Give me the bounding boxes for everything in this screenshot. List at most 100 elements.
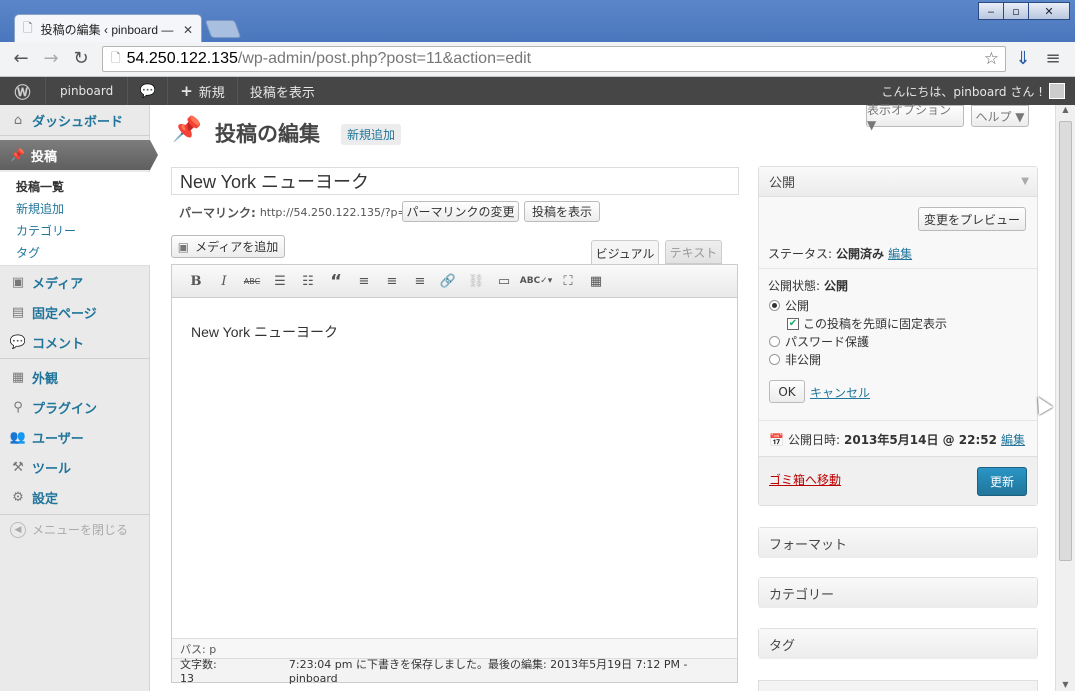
spellcheck-icon[interactable]: ABC✓▾ — [518, 269, 554, 293]
more-tag-icon[interactable]: ▭ — [490, 269, 518, 293]
preview-changes-button[interactable]: 変更をプレビュー — [918, 207, 1026, 231]
fullscreen-icon[interactable]: ⛶ — [554, 269, 582, 293]
forward-icon[interactable]: → — [40, 48, 62, 69]
media-icon: ▣ — [11, 274, 25, 290]
update-button[interactable]: 更新 — [977, 467, 1027, 496]
sticky-option[interactable]: ✔ この投稿を先頭に固定表示 — [787, 315, 947, 332]
sidebar-item-users[interactable]: 👥 ユーザー — [0, 422, 150, 452]
extension-icon[interactable]: ⇓ — [1012, 48, 1034, 69]
submenu-tags[interactable]: タグ — [16, 244, 40, 261]
minimize-button[interactable]: ‒ — [978, 2, 1004, 20]
page-icon: 🗋 — [23, 21, 33, 35]
edit-date-link[interactable]: 編集 — [1001, 431, 1025, 448]
submenu-categories[interactable]: カテゴリー — [16, 222, 76, 239]
sidebar-item-comments[interactable]: 💬 コメント — [0, 327, 150, 357]
home-icon: ⌂ — [13, 112, 23, 128]
toggle-arrow-icon[interactable]: ▼ — [1021, 176, 1029, 187]
view-post-button[interactable]: 投稿を表示 — [524, 201, 600, 222]
radio-public[interactable] — [769, 300, 780, 311]
align-center-icon[interactable]: ≡ — [378, 269, 406, 293]
category-box[interactable]: カテゴリー — [758, 577, 1038, 608]
unlink-icon[interactable]: ⛓ — [462, 269, 490, 293]
post-title-input[interactable]: New York ニューヨーク — [171, 167, 739, 195]
sidebar-item-label: 投稿 — [30, 149, 57, 165]
format-box[interactable]: フォーマット — [758, 527, 1038, 558]
sidebar-item-posts[interactable]: 📌 投稿 — [0, 140, 158, 170]
align-right-icon[interactable]: ≡ — [406, 269, 434, 293]
settings-icon: ⚙ — [12, 489, 24, 505]
sidebar-item-media[interactable]: ▣ メディア — [0, 267, 150, 297]
tags-box[interactable]: タグ — [758, 628, 1038, 659]
editor-content[interactable]: New York ニューヨーク — [191, 322, 338, 342]
sidebar-item-pages[interactable]: ▤ 固定ページ — [0, 297, 150, 327]
submenu-add-new[interactable]: 新規追加 — [16, 200, 64, 217]
permalink-url[interactable]: http://54.250.122.135/?p=11 — [260, 206, 421, 219]
maximize-button[interactable]: ▫ — [1003, 2, 1029, 20]
tab-text[interactable]: テキスト — [665, 240, 722, 264]
radio-password[interactable] — [769, 336, 780, 347]
publish-header[interactable]: 公開 ▼ — [759, 167, 1037, 197]
change-permalink-button[interactable]: パーマリンクの変更 — [402, 201, 519, 222]
new-tab-button[interactable] — [204, 20, 242, 38]
ok-button[interactable]: OK — [769, 380, 805, 403]
tab-visual[interactable]: ビジュアル — [591, 240, 659, 265]
view-post-link[interactable]: 投稿を表示 — [238, 77, 327, 105]
site-name-link[interactable]: pinboard — [46, 77, 129, 105]
comments-bubble-icon[interactable]: 💬 — [128, 77, 169, 105]
edit-status-link[interactable]: 編集 — [888, 245, 912, 262]
new-content-menu[interactable]: + 新規 — [168, 77, 238, 105]
visibility-label: 公開状態: — [768, 279, 821, 293]
greeting[interactable]: こんにちは、pinboard さん ! — [881, 83, 1043, 100]
scroll-up-arrow[interactable]: ▲ — [1056, 105, 1075, 121]
radio-private-option[interactable]: 非公開 — [769, 351, 821, 368]
add-new-button[interactable]: 新規追加 — [341, 124, 402, 145]
address-bar[interactable]: 🗋 54.250.122.135/wp-admin/post.php?post=… — [102, 46, 1006, 72]
wordpress-logo-icon[interactable]: Ⓦ — [0, 77, 46, 105]
browser-tab[interactable]: 🗋 投稿の編集 ‹ pinboard — ✕ — [14, 14, 202, 44]
radio-password-label: パスワード保護 — [785, 335, 870, 349]
sidebar-item-appearance[interactable]: ▦ 外観 — [0, 362, 150, 392]
link-icon[interactable]: 🔗 — [434, 269, 462, 293]
trash-link[interactable]: ゴミ箱へ移動 — [769, 471, 841, 488]
italic-icon[interactable]: I — [210, 269, 238, 293]
sidebar-item-dashboard[interactable]: ⌂ ダッシュボード — [0, 105, 150, 135]
screen-options-button[interactable]: 表示オプション ▼ — [866, 103, 964, 132]
sidebar-item-tools[interactable]: ⚒ ツール — [0, 452, 150, 482]
strikethrough-icon[interactable]: ABC — [238, 269, 266, 293]
avatar[interactable] — [1049, 83, 1065, 99]
scroll-thumb[interactable] — [1059, 121, 1072, 561]
align-left-icon[interactable]: ≡ — [350, 269, 378, 293]
bullet-list-icon[interactable]: ☰ — [266, 269, 294, 293]
numbered-list-icon[interactable]: ☷ — [294, 269, 322, 293]
date-value: 2013年5月14日 @ 22:52 — [844, 433, 998, 447]
sticky-checkbox[interactable]: ✔ — [787, 317, 799, 330]
back-icon[interactable]: ← — [10, 48, 32, 69]
bold-icon[interactable]: B — [182, 269, 210, 293]
radio-public-option[interactable]: 公開 — [769, 297, 809, 314]
reload-icon[interactable]: ↻ — [70, 48, 92, 69]
sidebar-item-label: メディア — [32, 276, 84, 292]
scroll-down-arrow[interactable]: ▼ — [1056, 680, 1075, 689]
tab-title: 投稿の編集 ‹ pinboard — — [40, 23, 174, 37]
radio-private[interactable] — [769, 354, 780, 365]
menu-icon[interactable]: ≡ — [1042, 48, 1064, 69]
close-window-button[interactable]: ✕ — [1028, 2, 1070, 20]
sidebar-item-label: ダッシュボード — [32, 114, 124, 130]
blockquote-icon[interactable]: “ — [322, 269, 350, 293]
cancel-link[interactable]: キャンセル — [810, 384, 870, 401]
sidebar-item-plugins[interactable]: ⚲ プラグイン — [0, 392, 150, 422]
add-media-button[interactable]: ▣ メディアを追加 — [171, 235, 285, 258]
radio-password-option[interactable]: パスワード保護 — [769, 333, 869, 350]
add-media-label: メディアを追加 — [195, 240, 279, 254]
star-icon[interactable]: ☆ — [984, 49, 999, 69]
page-icon: 🗋 — [111, 50, 121, 65]
editor-status-bar: 文字数: 13 7:23:04 pm に下書きを保存しました。最後の編集: 20… — [172, 658, 737, 685]
collapse-menu-button[interactable]: ◀ メニューを閉じる — [10, 521, 128, 538]
sidebar-item-settings[interactable]: ⚙ 設定 — [0, 482, 150, 512]
close-tab-icon[interactable]: ✕ — [183, 23, 193, 37]
kitchen-sink-icon[interactable]: ▦ — [582, 269, 610, 293]
divider — [0, 135, 150, 136]
help-button[interactable]: ヘルプ ▼ — [971, 105, 1029, 127]
page-scrollbar[interactable]: ▲ ▼ — [1055, 105, 1075, 691]
submenu-all-posts[interactable]: 投稿一覧 — [16, 178, 64, 195]
